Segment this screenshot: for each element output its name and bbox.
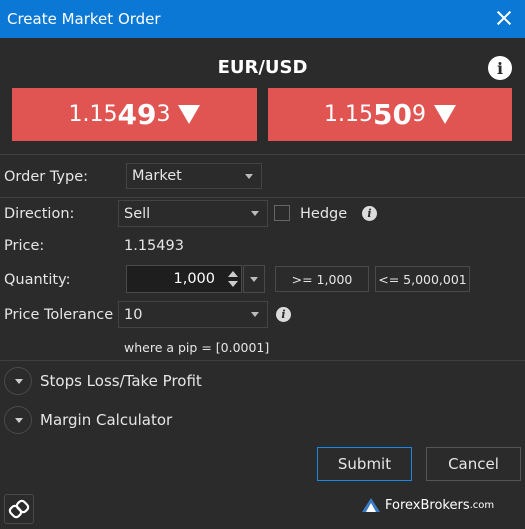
watermark-brand: ForexBrokers xyxy=(385,497,470,513)
buy-price-pips: 50 xyxy=(373,98,412,131)
order-type-select[interactable]: Market xyxy=(126,163,262,189)
window-title: Create Market Order xyxy=(7,10,161,28)
stops-loss-take-profit-expander[interactable]: Stops Loss/Take Profit xyxy=(0,362,525,400)
expand-icon xyxy=(4,367,32,395)
price-label: Price: xyxy=(4,238,45,254)
instrument-symbol: EUR/USD xyxy=(217,57,308,78)
sell-price-button[interactable]: 1.15 49 3 xyxy=(12,88,257,141)
chevron-down-icon xyxy=(251,211,259,216)
cancel-button[interactable]: Cancel xyxy=(426,447,521,481)
sell-price-pips: 49 xyxy=(117,98,157,131)
quantity-dropdown-button[interactable] xyxy=(243,265,265,293)
margin-calculator-label: Margin Calculator xyxy=(40,411,173,429)
title-bar: Create Market Order xyxy=(0,0,525,38)
submit-button[interactable]: Submit xyxy=(317,447,412,481)
quantity-label: Quantity: xyxy=(4,272,71,288)
pip-hint: where a pip = [0.0001] xyxy=(124,340,270,355)
chevron-down-icon xyxy=(245,174,253,179)
close-icon[interactable] xyxy=(493,7,515,29)
price-tolerance-value: 10 xyxy=(124,306,143,323)
max-quantity-button[interactable]: <= 5,000,001 xyxy=(375,266,470,292)
stepper-down-icon[interactable] xyxy=(228,281,238,287)
sell-price-tail: 3 xyxy=(156,102,171,127)
stops-loss-take-profit-label: Stops Loss/Take Profit xyxy=(40,372,202,390)
quantity-value: 1,000 xyxy=(173,271,215,287)
quantity-stepper[interactable] xyxy=(225,266,241,292)
order-type-label: Order Type: xyxy=(4,169,89,185)
down-arrow-icon xyxy=(178,105,201,124)
info-icon[interactable]: i xyxy=(362,206,377,221)
min-quantity-button[interactable]: >= 1,000 xyxy=(275,266,369,292)
chevron-down-icon xyxy=(250,277,258,282)
stepper-up-icon[interactable] xyxy=(228,271,238,277)
info-icon[interactable]: i xyxy=(488,56,512,80)
order-type-value: Market xyxy=(132,168,182,184)
divider xyxy=(0,197,525,198)
price-tolerance-select[interactable]: 10 xyxy=(118,301,268,328)
direction-label: Direction: xyxy=(4,206,75,222)
buy-price-prefix: 1.15 xyxy=(324,102,373,127)
watermark: ForexBrokers .com xyxy=(361,497,494,513)
direction-value: Sell xyxy=(124,205,151,222)
link-icon xyxy=(8,499,30,519)
buy-price-tail: 9 xyxy=(411,102,426,127)
link-button[interactable] xyxy=(4,494,34,524)
direction-select[interactable]: Sell xyxy=(118,200,268,227)
sell-price-prefix: 1.15 xyxy=(68,102,118,127)
margin-calculator-expander[interactable]: Margin Calculator xyxy=(0,401,525,439)
divider xyxy=(0,360,525,361)
info-icon[interactable]: i xyxy=(276,307,291,322)
chevron-down-icon xyxy=(251,312,259,317)
divider xyxy=(0,154,525,155)
price-value: 1.15493 xyxy=(124,238,184,254)
watermark-domain: .com xyxy=(469,499,495,511)
forexbrokers-logo-icon xyxy=(362,498,380,512)
down-arrow-icon xyxy=(433,105,456,124)
buy-price-button[interactable]: 1.15 50 9 xyxy=(268,88,512,141)
expand-icon xyxy=(4,406,32,434)
hedge-checkbox[interactable] xyxy=(274,205,290,221)
price-tolerance-label: Price Tolerance xyxy=(4,307,114,323)
hedge-label: Hedge xyxy=(300,206,348,222)
